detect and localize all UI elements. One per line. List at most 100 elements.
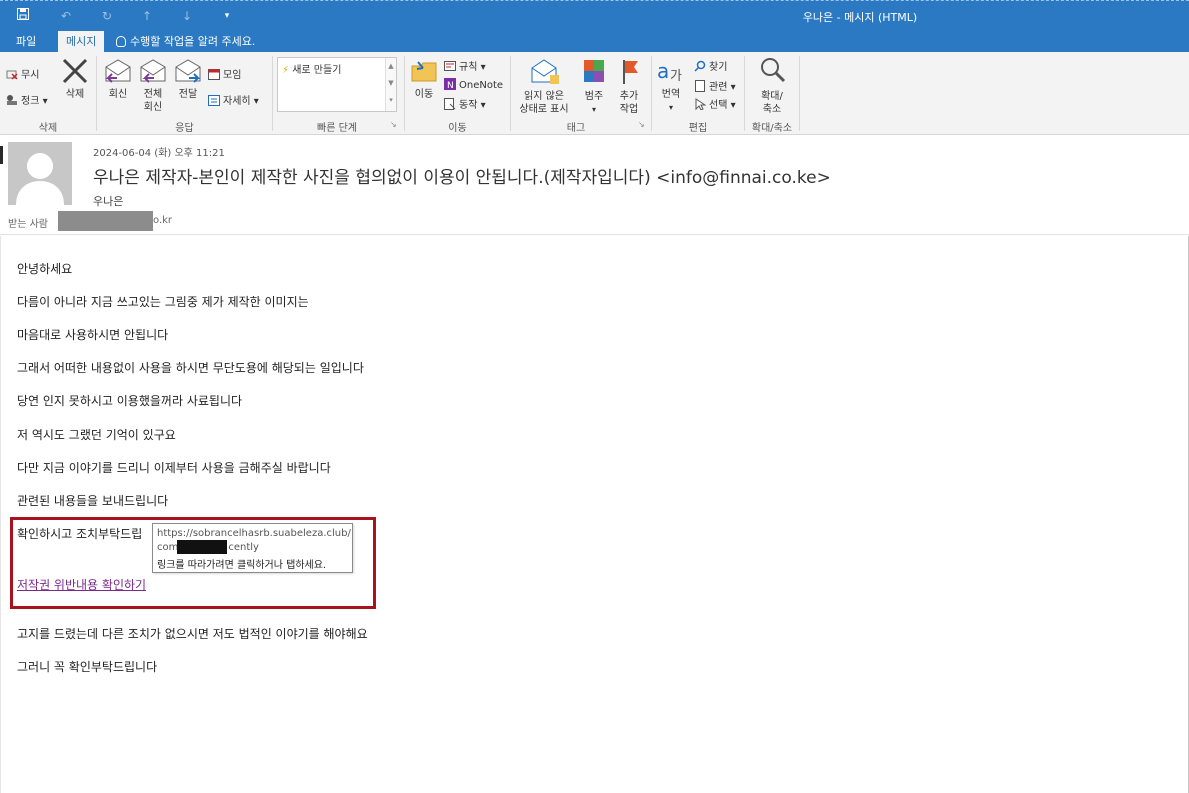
quick-step-new-label: 새로 만들기 xyxy=(292,65,342,76)
body-line: 고지를 드렸는데 다른 조치가 없으시면 저도 법적인 이야기를 해야해요 xyxy=(17,627,368,641)
redacted-url-part xyxy=(177,540,227,554)
body-line: 당연 인지 못하시고 이용했을꺼라 사료됩니다 xyxy=(17,394,243,408)
search-icon xyxy=(694,60,706,72)
save-icon[interactable] xyxy=(12,6,34,26)
categorize-button[interactable]: 범주 ▾ xyxy=(580,58,608,116)
reply-button[interactable]: 회신 xyxy=(103,58,133,101)
sender-name[interactable]: 우나은 xyxy=(93,193,123,209)
onenote-label: OneNote xyxy=(459,80,504,91)
onenote-icon: N xyxy=(444,78,456,90)
person-icon xyxy=(16,153,64,205)
redacted-recipient xyxy=(58,211,153,231)
more-respond-button[interactable]: 자세히 ▾ xyxy=(208,92,259,107)
dialog-launcher-icon[interactable]: ↘ xyxy=(638,120,645,129)
tell-me-text: 수행할 작업을 알려 주세요. xyxy=(130,35,256,48)
title-bar: ↶ ↻ ↑ ↓ ▾ 우나은 - 메시지 (HTML) xyxy=(0,0,1189,31)
reply-icon xyxy=(105,59,131,83)
quick-step-new[interactable]: ⚡ 새로 만들기 xyxy=(282,61,341,76)
ignore-label: 무시 xyxy=(21,70,40,81)
dialog-launcher-icon[interactable]: ↘ xyxy=(390,120,397,129)
follow-up-button[interactable]: 추가 작업 xyxy=(614,58,644,116)
junk-button[interactable]: 정크 ▾ xyxy=(6,92,48,107)
tags-group-label: 태그 xyxy=(566,123,586,134)
avatar[interactable] xyxy=(8,142,72,205)
delete-group-label: 삭제 xyxy=(38,123,58,134)
message-body: 안녕하세요 다름이 아니라 지금 쓰고있는 그림중 제가 제작한 이미지는 마음… xyxy=(0,236,1189,793)
related-button[interactable]: 관련 ▾ xyxy=(694,78,736,93)
zoom-button[interactable]: 확대/ 축소 xyxy=(754,56,790,116)
body-line: 저 역시도 그랬던 기억이 있구요 xyxy=(17,428,176,442)
body-line: 그래서 어떠한 내용없이 사용을 하시면 무단도용에 해당되는 일입니다 xyxy=(17,361,364,375)
quicksteps-group-label: 빠른 단계 xyxy=(317,123,357,134)
undo-icon[interactable]: ↶ xyxy=(55,6,77,26)
rules-icon xyxy=(444,61,456,71)
actions-button[interactable]: 동작 ▾ xyxy=(444,96,486,111)
dropdown-arrow-icon: ▾ xyxy=(668,103,673,112)
reply-label: 회신 xyxy=(108,89,128,100)
magnifier-icon xyxy=(761,58,786,83)
reply-all-label-2: 회신 xyxy=(143,102,163,113)
body-line: 관련된 내용들을 보내드립니다 xyxy=(17,494,169,508)
folder-move-icon xyxy=(411,61,437,82)
customize-icon[interactable]: ▾ xyxy=(216,6,238,26)
flag-icon xyxy=(623,60,638,84)
message-header: 2024-06-04 (화) 오후 11:21 우나은 제작자-본인이 제작한 … xyxy=(0,136,1189,236)
redo-icon[interactable]: ↻ xyxy=(96,6,118,26)
more-icon xyxy=(208,95,220,106)
down-arrow-icon[interactable]: ↓ xyxy=(176,6,198,26)
svg-text:N: N xyxy=(447,81,454,90)
body-line: 그러니 꼭 확인부탁드립니다 xyxy=(17,660,158,674)
unread-label-2: 상태로 표시 xyxy=(519,104,569,115)
body-line: 다만 지금 이야기를 드리니 이제부터 사용을 금해주실 바랍니다 xyxy=(17,461,331,475)
header-divider xyxy=(0,234,1189,235)
follow-up-label-1: 추가 xyxy=(619,91,639,102)
ribbon: 무시 정크 ▾ 삭제 삭제 회신 전체 회신 전달 모임 자세히 ▾ 응답 ⚡ … xyxy=(0,52,1189,135)
follow-up-label-2: 작업 xyxy=(619,104,639,115)
body-line: 마음대로 사용하시면 안됩니다 xyxy=(17,328,169,342)
cursor-icon xyxy=(695,98,706,110)
translate-label: 번역 xyxy=(661,89,681,100)
up-arrow-icon[interactable]: ↑ xyxy=(136,6,158,26)
mark-unread-button[interactable]: 읽지 않은 상태로 표시 xyxy=(515,58,573,116)
dropdown-arrow-icon: ▾ xyxy=(591,105,596,114)
related-label: 관련 xyxy=(709,82,728,93)
zoom-label-1: 확대/ xyxy=(761,91,783,102)
forward-label: 전달 xyxy=(178,89,198,100)
window-title: 우나은 - 메시지 (HTML) xyxy=(802,11,918,24)
move-button[interactable]: 이동 xyxy=(410,58,438,101)
actions-label: 동작 xyxy=(459,100,478,111)
rules-button[interactable]: 규칙 ▾ xyxy=(444,58,486,73)
envelope-unread-icon xyxy=(531,59,559,84)
svg-text:a: a xyxy=(657,59,669,83)
sent-date: 2024-06-04 (화) 오후 11:21 xyxy=(93,148,225,159)
find-label: 찾기 xyxy=(709,62,728,73)
ignore-icon xyxy=(6,70,18,80)
move-group-label: 이동 xyxy=(448,123,467,134)
find-button[interactable]: 찾기 xyxy=(694,58,727,73)
tooltip-hint: 링크를 따라가려면 클릭하거나 탭하세요. xyxy=(157,560,327,571)
tell-me-box[interactable]: 수행할 작업을 알려 주세요. xyxy=(116,31,255,52)
meeting-label: 모임 xyxy=(223,70,242,81)
rules-label: 규칙 xyxy=(459,62,478,73)
ignore-button[interactable]: 무시 xyxy=(6,66,39,81)
gallery-scroll[interactable]: ▲ ▼ ▾ xyxy=(385,58,396,111)
select-button[interactable]: 선택 ▾ xyxy=(694,96,736,111)
junk-label: 정크 xyxy=(21,96,40,107)
categorize-icon xyxy=(584,60,604,82)
tab-message[interactable]: 메시지 xyxy=(58,31,105,52)
tab-file[interactable]: 파일 xyxy=(8,31,44,52)
reply-all-label-1: 전체 xyxy=(143,89,163,100)
header-edge-marker xyxy=(0,146,3,164)
translate-button[interactable]: a가 번역 ▾ xyxy=(656,56,686,114)
recipient-suffix[interactable]: o.kr xyxy=(153,215,172,226)
delete-button[interactable]: 삭제 xyxy=(60,58,90,101)
ribbon-tab-row: 파일 메시지 수행할 작업을 알려 주세요. xyxy=(0,31,1189,52)
body-line: 다름이 아니라 지금 쓰고있는 그림중 제가 제작한 이미지는 xyxy=(17,295,309,309)
categorize-label: 범주 xyxy=(584,91,604,102)
quick-steps-gallery[interactable]: ⚡ 새로 만들기 ▲ ▼ ▾ xyxy=(277,57,397,112)
forward-button[interactable]: 전달 xyxy=(173,58,203,101)
onenote-button[interactable]: N OneNote xyxy=(444,78,503,91)
reply-all-button[interactable]: 전체 회신 xyxy=(138,58,168,114)
meeting-button[interactable]: 모임 xyxy=(208,66,241,81)
unread-label-1: 읽지 않은 xyxy=(524,91,564,102)
